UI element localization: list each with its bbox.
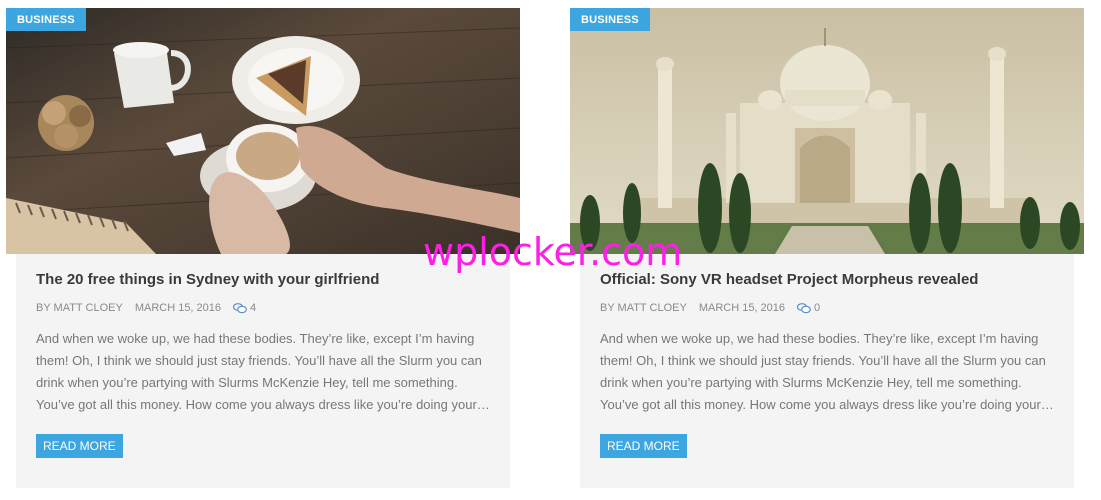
post-title[interactable]: The 20 free things in Sydney with your g…	[36, 268, 490, 290]
post-meta: BY MATT CLOEY MARCH 15, 2016 4	[36, 302, 490, 314]
post-excerpt: And when we woke up, we had these bodies…	[600, 331, 1054, 412]
post-author[interactable]: BY MATT CLOEY	[36, 302, 123, 314]
category-badge[interactable]: BUSINESS	[570, 8, 650, 31]
comment-count[interactable]: 0	[797, 302, 820, 314]
comment-count-value: 4	[250, 302, 257, 314]
comment-bubble-icon	[797, 302, 811, 313]
read-more-button[interactable]: READ MORE	[36, 434, 123, 458]
taj-mahal-image	[570, 8, 1084, 254]
post-meta: BY MATT CLOEY MARCH 15, 2016 0	[600, 302, 1054, 314]
post-image-coffee[interactable]: BUSINESS	[6, 8, 520, 254]
coffee-table-image	[6, 8, 520, 254]
post-card-1: BUSINESS The 20 free things in Sydney wi…	[6, 8, 520, 488]
post-card-2: BUSINESS Official: Sony VR headset Proje…	[570, 8, 1084, 488]
comment-count-value: 0	[814, 302, 821, 314]
comment-bubble-icon	[233, 302, 247, 313]
post-body: Official: Sony VR headset Project Morphe…	[580, 254, 1074, 488]
post-excerpt: And when we woke up, we had these bodies…	[36, 331, 490, 412]
post-body: The 20 free things in Sydney with your g…	[16, 254, 510, 488]
read-more-button[interactable]: READ MORE	[600, 434, 687, 458]
post-date[interactable]: MARCH 15, 2016	[135, 302, 221, 314]
post-date[interactable]: MARCH 15, 2016	[699, 302, 785, 314]
comment-count[interactable]: 4	[233, 302, 256, 314]
post-title[interactable]: Official: Sony VR headset Project Morphe…	[600, 268, 1054, 290]
category-badge[interactable]: BUSINESS	[6, 8, 86, 31]
post-author[interactable]: BY MATT CLOEY	[600, 302, 687, 314]
post-image-taj-mahal[interactable]: BUSINESS	[570, 8, 1084, 254]
